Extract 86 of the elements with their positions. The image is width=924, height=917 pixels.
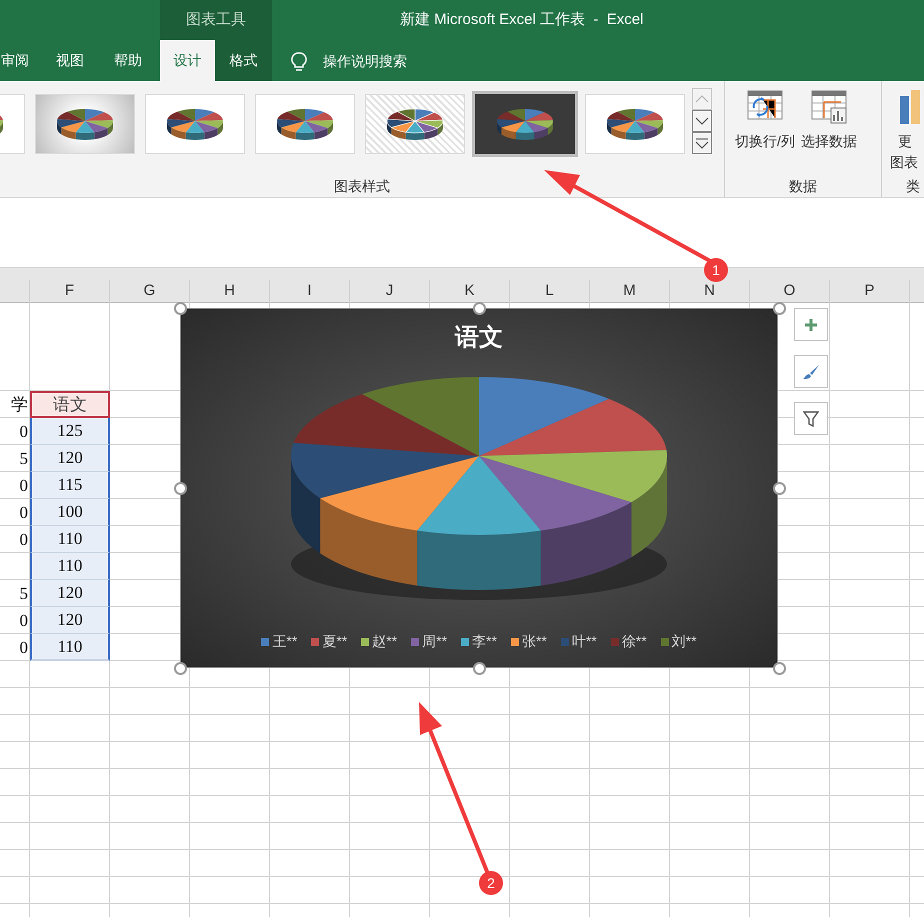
table-cell: 120 — [30, 445, 110, 472]
pie-slice[interactable] — [417, 456, 541, 590]
table-cell: 语文 — [30, 391, 110, 418]
pie-chart-icon — [385, 107, 445, 141]
column-header[interactable]: F — [30, 280, 110, 302]
ribbon-tab[interactable]: 审阅 — [0, 40, 40, 81]
scroll-down-button[interactable] — [692, 110, 712, 132]
legend-label: 夏** — [322, 632, 348, 651]
table-cell-text: 学 — [11, 394, 28, 416]
more-styles-button[interactable] — [692, 132, 712, 154]
chart-style-option[interactable] — [475, 94, 575, 154]
table-cell: 110 — [30, 634, 110, 661]
legend-label: 刘** — [672, 632, 697, 651]
ribbon-tab[interactable]: 帮助 — [100, 40, 156, 81]
table-cell: 110 — [30, 526, 110, 553]
context-tab-group: 图表工具 — [160, 0, 272, 40]
legend-label: 李** — [472, 632, 497, 651]
column-header[interactable]: L — [510, 280, 590, 302]
chevron-up-icon — [695, 95, 709, 103]
pie-chart-icon — [275, 107, 335, 141]
table-cell: 120 — [30, 607, 110, 634]
resize-handle[interactable] — [174, 662, 187, 675]
column-header[interactable]: H — [190, 280, 270, 302]
table-cell-text: 0 — [20, 636, 28, 659]
table-cell-text: 0 — [20, 528, 28, 551]
legend-label: 王** — [272, 632, 298, 651]
chart-styles-button[interactable] — [794, 355, 828, 388]
column-header[interactable]: J — [350, 280, 430, 302]
resize-handle[interactable] — [773, 482, 786, 495]
table-cell-text: 5 — [20, 448, 28, 470]
pie-slice[interactable] — [291, 442, 479, 554]
table-cell-text: 0 — [20, 610, 28, 632]
group-label: 数据 — [789, 177, 817, 196]
window-title: 新建 Microsoft Excel 工作表 - Excel — [400, 10, 644, 30]
brush-icon — [802, 364, 820, 380]
table-cell: 110 — [30, 553, 110, 580]
table-cell-text: 0 — [20, 474, 28, 497]
legend-label: 赵** — [372, 632, 398, 651]
pie-slice[interactable] — [479, 377, 609, 456]
table-cell: 120 — [30, 580, 110, 607]
pie-chart-icon — [165, 107, 225, 141]
select-data-button[interactable]: 选择数据 — [800, 90, 857, 176]
table-cell: 100 — [30, 499, 110, 526]
chevron-down-icon — [695, 117, 709, 125]
change-chart-type-button[interactable]: 更 图表 — [890, 81, 922, 176]
table-cell-text: 5 — [20, 582, 28, 605]
pie-chart-icon — [55, 107, 115, 141]
legend-label: 张** — [522, 632, 547, 651]
tell-me-search[interactable]: 操作说明搜索 — [323, 51, 407, 72]
legend-label: 徐** — [622, 632, 647, 651]
plus-icon — [804, 318, 818, 332]
resize-handle[interactable] — [773, 302, 786, 315]
bar-chart-icon — [900, 90, 920, 124]
switch-row-column-button[interactable]: 切换行/列 — [735, 90, 795, 176]
legend-label: 叶** — [572, 632, 597, 651]
resize-handle[interactable] — [473, 662, 486, 675]
ribbon-tab[interactable]: 视图 — [44, 40, 96, 81]
legend-label: 周** — [422, 632, 448, 651]
group-label: 类 — [906, 177, 920, 196]
column-header[interactable]: M — [590, 280, 670, 302]
chart-elements-button[interactable] — [794, 308, 828, 341]
lightbulb-icon — [291, 52, 307, 72]
table-cell-text: 0 — [20, 420, 28, 443]
column-header[interactable]: P — [830, 280, 910, 302]
pie-slice[interactable] — [479, 450, 667, 558]
resize-handle[interactable] — [773, 662, 786, 675]
pie-chart-icon — [605, 107, 665, 141]
chart-filters-button[interactable] — [794, 402, 828, 435]
table-cell: 115 — [30, 472, 110, 499]
table-chart-icon — [810, 90, 847, 124]
annotation-marker: 2 — [479, 871, 503, 895]
group-label: 图表样式 — [334, 177, 390, 196]
pie-chart-icon — [495, 107, 555, 141]
table-cell-text: 0 — [20, 502, 28, 524]
pie-slice[interactable] — [479, 456, 632, 586]
expand-gallery-icon — [695, 138, 709, 148]
pie-slice[interactable] — [320, 456, 479, 586]
ribbon-tab[interactable]: 格式 — [215, 40, 272, 81]
column-header[interactable]: I — [270, 280, 350, 302]
pie-slice[interactable] — [479, 398, 666, 456]
ribbon-tab[interactable]: 设计 — [160, 40, 215, 81]
table-cell: 125 — [30, 418, 110, 445]
chart-title: 语文 — [454, 323, 504, 353]
resize-handle[interactable] — [174, 302, 187, 315]
filter-icon — [803, 410, 819, 426]
resize-handle[interactable] — [174, 482, 187, 495]
